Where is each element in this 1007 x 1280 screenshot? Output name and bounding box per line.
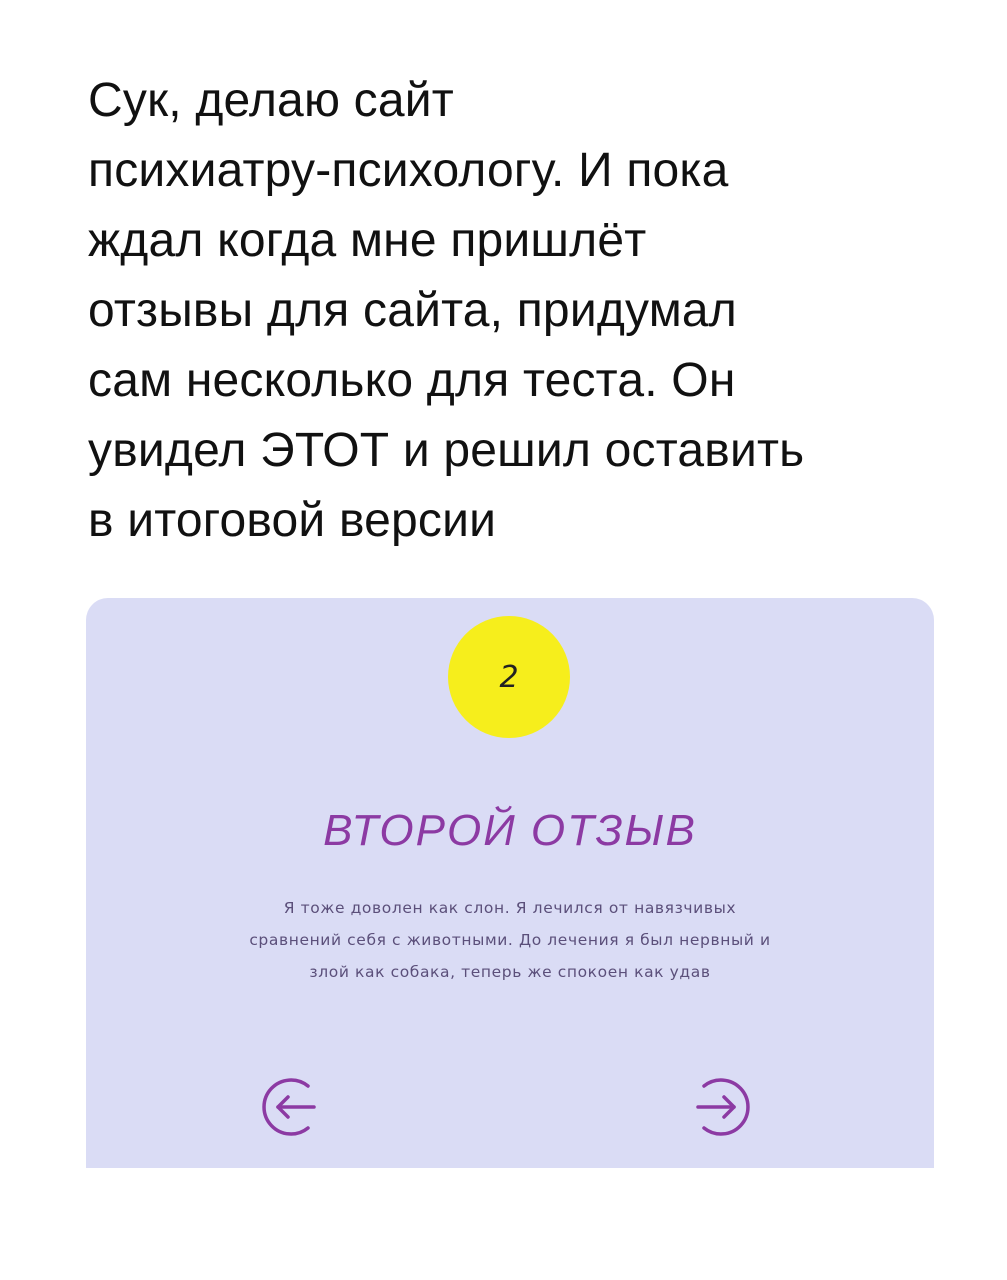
- post-text-line: в итоговой версии: [88, 494, 497, 547]
- review-number-badge: 2: [448, 616, 570, 738]
- post-text-line: ждал когда мне пришлёт: [88, 214, 647, 267]
- post-text-line: Сук, делаю сайт: [88, 74, 454, 127]
- arrow-right-circle-icon: [696, 1078, 750, 1136]
- post-text-line: увидел ЭТОТ и решил оставить: [88, 424, 805, 477]
- review-text-line: сравнений себя с животными. До лечения я…: [249, 931, 771, 949]
- review-card: 2 ВТОРОЙ ОТЗЫВ Я тоже доволен как слон. …: [86, 598, 934, 1168]
- post-text-line: отзывы для сайта, придумал: [88, 284, 738, 337]
- post-text: Сук, делаю сайт психиатру-психологу. И п…: [88, 66, 968, 556]
- review-title: ВТОРОЙ ОТЗЫВ: [323, 806, 697, 855]
- next-review-button[interactable]: [686, 1072, 756, 1142]
- post-text-line: сам несколько для теста. Он: [88, 354, 736, 407]
- review-text: Я тоже доволен как слон. Я лечился от на…: [126, 892, 894, 988]
- review-text-line: злой как собака, теперь же спокоен как у…: [309, 963, 711, 981]
- arrow-left-circle-icon: [262, 1078, 316, 1136]
- review-text-line: Я тоже доволен как слон. Я лечился от на…: [283, 899, 737, 917]
- post-text-line: психиатру-психологу. И пока: [88, 144, 729, 197]
- previous-review-button[interactable]: [256, 1072, 326, 1142]
